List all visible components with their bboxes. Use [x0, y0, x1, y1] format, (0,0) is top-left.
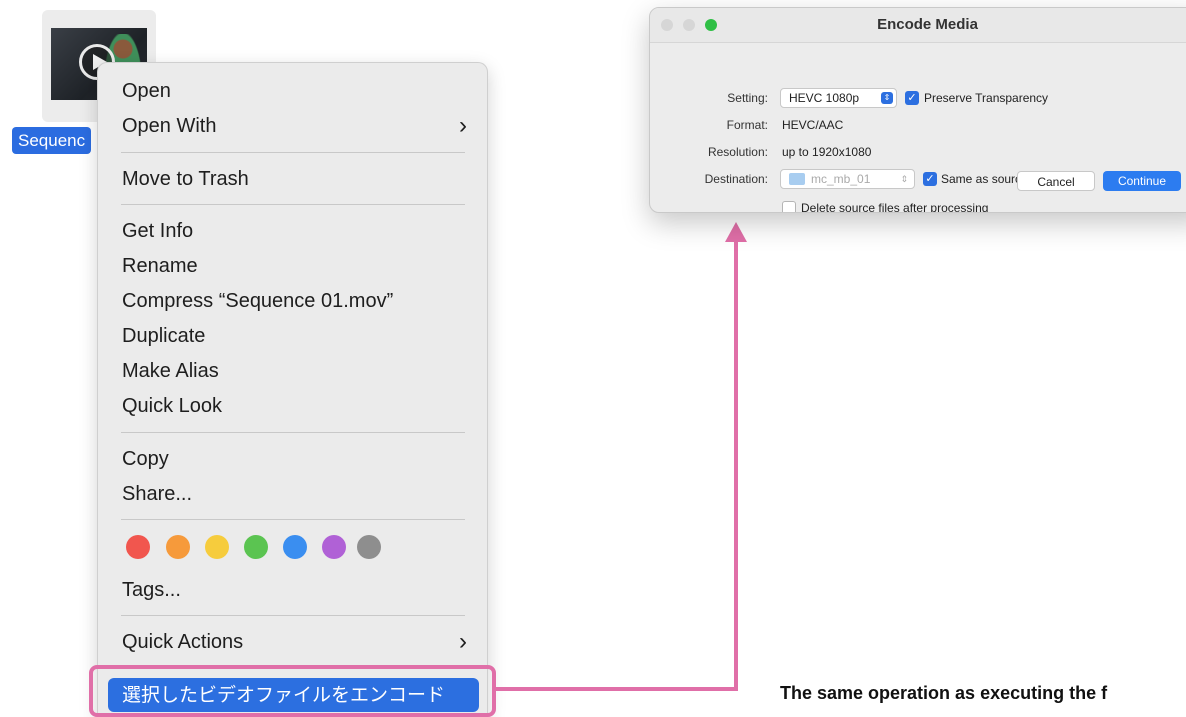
menu-item-tags[interactable]: Tags...: [98, 573, 487, 607]
tag-red-dot[interactable]: [126, 535, 150, 559]
continue-button[interactable]: Continue: [1103, 171, 1181, 191]
delete-source-label: Delete source files after processing: [801, 201, 989, 213]
encode-media-window: Encode Media Setting: HEVC 1080p ⇕ ✓ Pre…: [649, 7, 1186, 213]
menu-item-rename[interactable]: Rename: [98, 249, 487, 283]
menu-item-quick-look[interactable]: Quick Look: [98, 389, 487, 423]
annotation-arrow-line: [496, 687, 738, 691]
menu-item-open-with[interactable]: Open With ›: [98, 109, 487, 143]
menu-separator: [121, 519, 465, 520]
menu-separator: [121, 152, 465, 153]
tag-colors-row: [126, 535, 386, 561]
tag-yellow-dot[interactable]: [205, 535, 229, 559]
arrow-up-icon: [725, 222, 747, 242]
menu-item-share[interactable]: Share...: [98, 477, 487, 511]
annotation-arrow-line: [734, 236, 738, 691]
menu-item-quick-actions[interactable]: Quick Actions ›: [98, 625, 487, 659]
menu-separator: [121, 615, 465, 616]
delete-source-checkbox[interactable]: [782, 201, 796, 212]
popup-stepper-icon: ⇕: [881, 92, 893, 104]
context-menu: Open Open With › Move to Trash Get Info R…: [97, 62, 488, 717]
title-bar: Encode Media: [650, 8, 1186, 43]
destination-label: Destination:: [704, 172, 768, 186]
folder-icon: [789, 173, 805, 185]
popup-stepper-icon: ⇕: [900, 174, 908, 184]
chevron-right-icon: ›: [459, 628, 467, 655]
menu-item-duplicate[interactable]: Duplicate: [98, 319, 487, 353]
menu-item-get-info[interactable]: Get Info: [98, 214, 487, 248]
destination-popup[interactable]: mc_mb_01 ⇕: [780, 169, 915, 189]
caption-text: The same operation as executing the f: [780, 683, 1108, 703]
menu-item-compress[interactable]: Compress “Sequence 01.mov”: [98, 284, 487, 318]
preserve-transparency-checkbox[interactable]: ✓: [905, 91, 919, 105]
menu-separator: [121, 204, 465, 205]
setting-label: Setting:: [727, 91, 768, 105]
preserve-transparency-label: Preserve Transparency: [924, 91, 1049, 105]
same-as-source-checkbox[interactable]: ✓: [923, 172, 937, 186]
tag-blue-dot[interactable]: [283, 535, 307, 559]
format-label: Format:: [726, 118, 768, 132]
menu-item-move-to-trash[interactable]: Move to Trash: [98, 162, 487, 196]
tag-gray-dot[interactable]: [357, 535, 381, 559]
highlight-annotation-box: [89, 665, 496, 717]
cancel-button[interactable]: Cancel: [1017, 171, 1095, 191]
menu-item-make-alias[interactable]: Make Alias: [98, 354, 487, 388]
window-title: Encode Media: [877, 16, 978, 33]
format-value: HEVC/AAC: [782, 118, 844, 132]
menu-separator: [121, 432, 465, 433]
tag-orange-dot[interactable]: [166, 535, 190, 559]
tag-green-dot[interactable]: [244, 535, 268, 559]
tag-purple-dot[interactable]: [322, 535, 346, 559]
setting-popup[interactable]: HEVC 1080p ⇕: [780, 88, 897, 108]
file-name-label[interactable]: Sequenc: [12, 127, 92, 154]
resolution-label: Resolution:: [707, 145, 768, 159]
menu-item-open[interactable]: Open: [98, 74, 487, 108]
chevron-right-icon: ›: [459, 112, 467, 139]
menu-item-copy[interactable]: Copy: [98, 442, 487, 476]
resolution-value: up to 1920x1080: [782, 145, 872, 159]
